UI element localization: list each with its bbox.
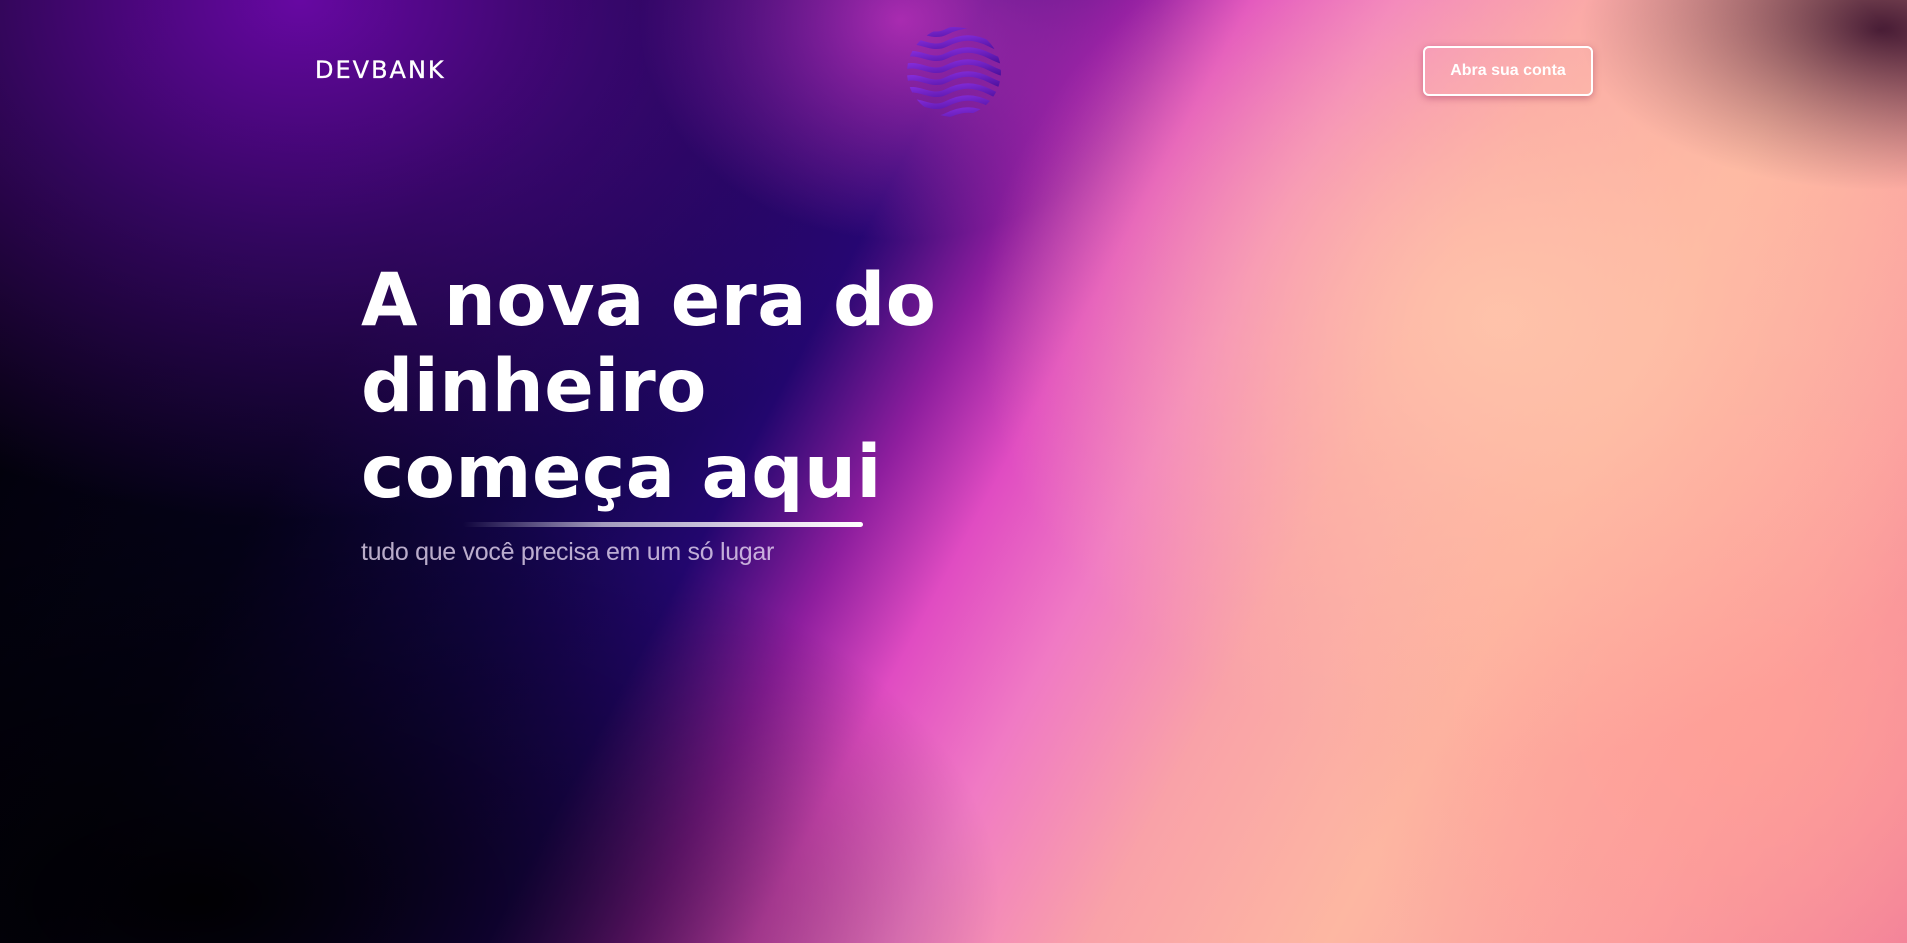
hero-title-line-1: A nova era do dinheiro	[361, 258, 937, 429]
hero-section: A nova era do dinheiro começa aqui tudo …	[361, 258, 1261, 567]
wave-globe-icon[interactable]	[906, 26, 1002, 118]
hero-title: A nova era do dinheiro começa aqui	[361, 258, 1261, 516]
decorative-underline	[463, 522, 863, 527]
brand-logo-text[interactable]: DEVBANK	[315, 56, 446, 84]
hero-title-line-2: começa aqui	[361, 430, 882, 515]
site-header: DEVBANK Abra sua conta	[0, 0, 1907, 140]
open-account-button[interactable]: Abra sua conta	[1423, 46, 1593, 96]
landing-page: DEVBANK Abra sua conta A nova era do din…	[0, 0, 1907, 943]
hero-subtitle: tudo que você precisa em um só lugar	[361, 538, 775, 566]
